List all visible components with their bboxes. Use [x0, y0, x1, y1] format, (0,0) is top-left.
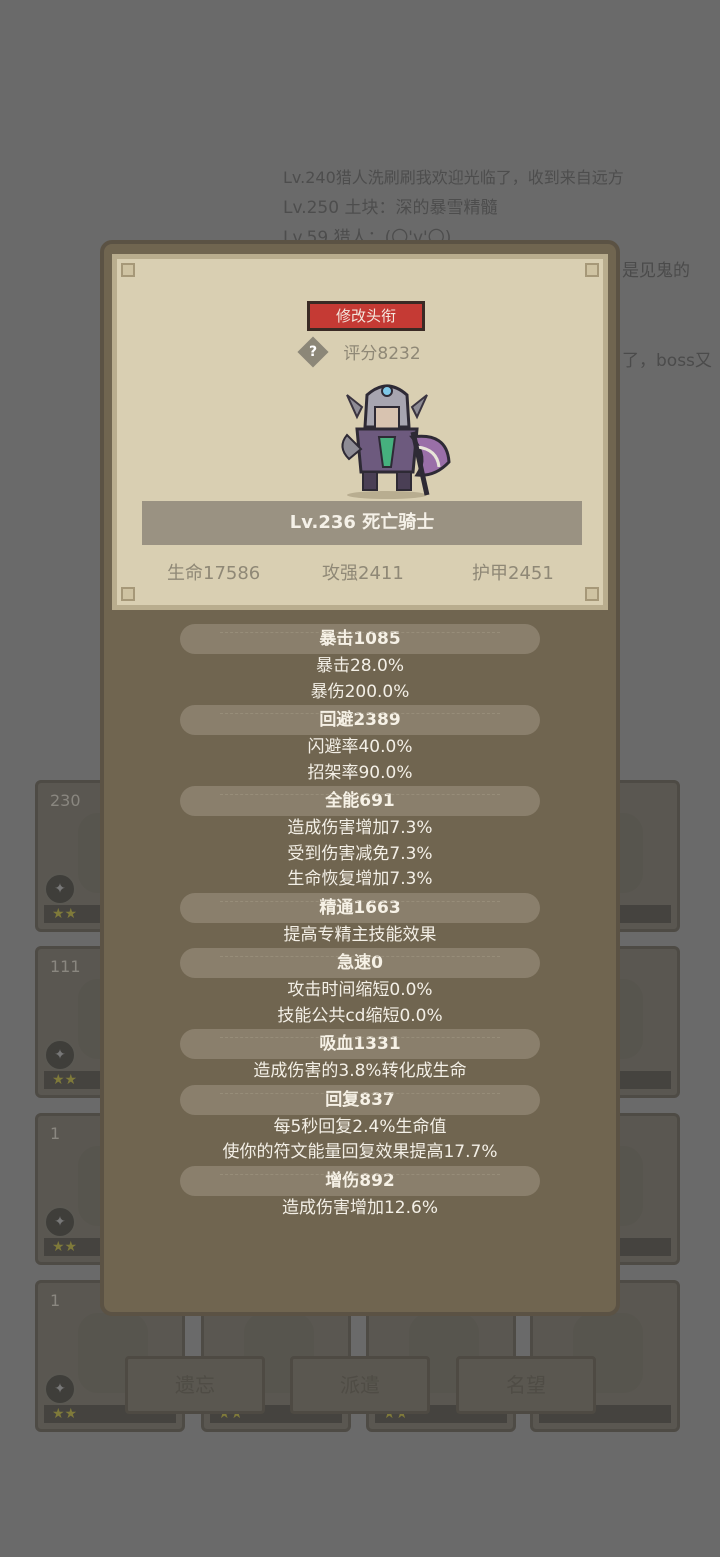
chat-fragment: 了，boss又 [622, 351, 712, 371]
stat-section-header: 急速0 [180, 948, 540, 978]
stat-detail: 暴伤200.0% [310, 681, 410, 702]
panel-rivet [121, 263, 135, 277]
stat-detail: 每5秒回复2.4%生命值 [273, 1116, 447, 1137]
stat-detail: 技能公共cd缩短0.0% [277, 1005, 443, 1026]
stat-section-header: 精通1663 [180, 892, 540, 923]
tab-reputation[interactable]: 名望 [456, 1356, 596, 1414]
stat-detail: 造成伤害增加12.6% [281, 1197, 438, 1218]
stat-section-header: 全能691 [180, 786, 540, 816]
class-icon: ✦ [44, 1039, 76, 1071]
stat-section-header: 回避2389 [180, 705, 540, 735]
attack-stat: 攻强2411 [322, 563, 404, 584]
panel-rivet [121, 587, 135, 601]
tab-forget[interactable]: 遗忘 [125, 1356, 265, 1414]
chat-line: Lv.240猎人洗刷刷我欢迎光临了，收到来自远方 [283, 168, 624, 187]
hero-detail-panel: 修改头衔 ? 评分8232 Lv.236 死亡骑士 生命17586 攻强2411… [100, 240, 620, 1316]
stat-detail: 提高专精主技能效果 [283, 924, 437, 945]
hero-name-banner: Lv.236 死亡骑士 [142, 501, 582, 545]
class-icon: ✦ [44, 873, 76, 905]
score-row: ? 评分8232 [297, 336, 421, 368]
edit-title-button[interactable]: 修改头衔 [307, 301, 425, 331]
chat-fragment: 是见鬼的 [622, 261, 690, 281]
panel-rivet [585, 263, 599, 277]
stat-section-header: 增伤892 [180, 1165, 540, 1196]
stat-detail: 攻击时间缩短0.0% [287, 980, 433, 1000]
class-icon: ✦ [44, 1373, 76, 1405]
stat-section-header: 暴击1085 [180, 624, 540, 654]
stat-detail: 暴击28.0% [315, 656, 404, 676]
stat-section-header: 回复837 [180, 1084, 540, 1115]
card-level: 230 [50, 791, 81, 810]
stat-detail: 造成伤害增加7.3% [287, 818, 433, 838]
card-level: 1 [50, 1291, 61, 1310]
armor-stat: 护甲2451 [472, 563, 554, 584]
stat-detail: 招架率90.0% [307, 762, 413, 783]
hp-stat: 生命17586 [167, 563, 261, 584]
hero-summary-card: 修改头衔 ? 评分8232 Lv.236 死亡骑士 生命17586 攻强2411… [112, 254, 608, 610]
secondary-stats-list: 暴击1085 暴击28.0% 暴伤200.0% 回避2389 闪避率40.0% … [104, 624, 616, 1221]
tab-dispatch[interactable]: 派遣 [290, 1356, 430, 1414]
score-value: 评分8232 [343, 344, 421, 364]
class-icon: ✦ [44, 1206, 76, 1238]
stat-detail: 受到伤害减免7.3% [287, 843, 433, 864]
stat-detail: 闪避率40.0% [307, 737, 413, 757]
card-level: 1 [50, 1124, 61, 1143]
stat-detail: 造成伤害的3.8%转化成生命 [253, 1061, 467, 1081]
stat-detail: 生命恢复增加7.3% [287, 869, 433, 889]
death-knight-sprite [341, 384, 451, 499]
stat-detail: 使你的符文能量回复效果提高17.7% [222, 1142, 498, 1162]
help-icon[interactable]: ? [297, 336, 329, 368]
panel-rivet [585, 587, 599, 601]
card-level: 111 [50, 957, 81, 976]
stat-section-header: 吸血1331 [180, 1029, 540, 1059]
chat-line: Lv.250 土块：深的暴雪精髓 [283, 198, 498, 218]
